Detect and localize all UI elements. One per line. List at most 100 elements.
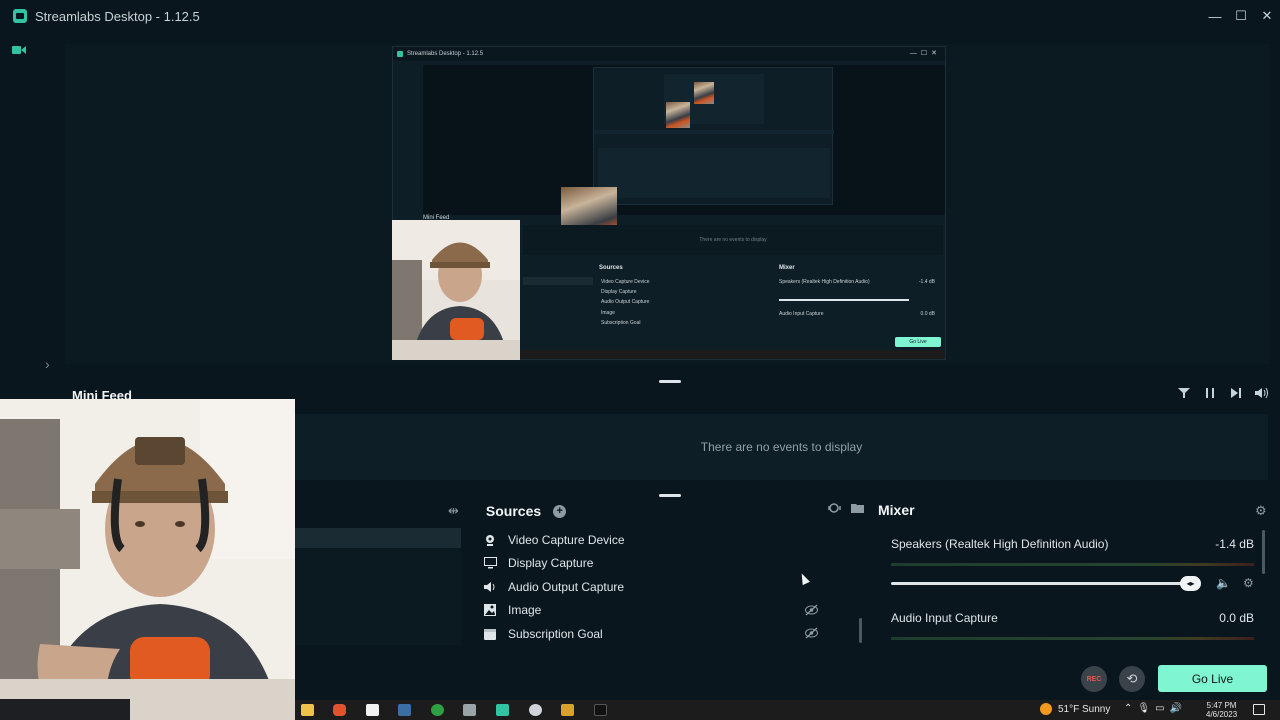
mixer-channel-audio-input: Audio Input Capture 0.0 dB xyxy=(891,611,1254,625)
notepad-icon[interactable] xyxy=(366,704,379,716)
resize-handle[interactable] xyxy=(659,494,681,497)
chevron-up-icon[interactable]: ⌃ xyxy=(1124,703,1132,714)
monitor-icon xyxy=(483,557,497,569)
resize-handle[interactable] xyxy=(659,380,681,383)
source-item-video-capture-device[interactable]: Video Capture Device xyxy=(476,528,862,552)
window-title: Streamlabs Desktop - 1.12.5 xyxy=(35,8,200,24)
nested-logo-icon xyxy=(397,51,403,57)
nested-mixer-row: Audio Input Capture 0.0 dB xyxy=(779,311,939,321)
weather-widget[interactable]: 51°F Sunny xyxy=(1040,703,1110,715)
mini-feed-panel: There are no events to display xyxy=(295,414,1268,480)
app-icon[interactable] xyxy=(431,704,444,716)
minimize-button[interactable]: — xyxy=(1202,0,1228,32)
webcam-overlay xyxy=(0,399,295,720)
side-nav xyxy=(0,32,38,367)
scene-item-selected[interactable] xyxy=(295,528,461,548)
studio-mode-icon[interactable] xyxy=(12,44,26,56)
record-button[interactable]: REC xyxy=(1081,666,1107,692)
goal-icon xyxy=(483,628,497,640)
mixer-channel-db: 0.0 dB xyxy=(1219,611,1254,625)
nested-sources-title: Sources xyxy=(599,265,623,271)
nested-source-item: Image xyxy=(601,309,615,316)
volume-meter xyxy=(891,563,1254,566)
visibility-off-icon[interactable] xyxy=(805,627,818,642)
replay-buffer-icon[interactable]: ⟲ xyxy=(1119,666,1145,692)
source-item-subscription-goal[interactable]: Subscription Goal xyxy=(476,622,862,646)
clock[interactable]: 5:47 PM 4/6/2023 xyxy=(1206,701,1237,719)
sun-icon xyxy=(1040,703,1052,715)
maximize-button[interactable]: ☐ xyxy=(1228,0,1254,32)
source-item-image[interactable]: Image xyxy=(476,599,862,623)
nested-cam-thumb xyxy=(666,102,690,128)
filter-icon[interactable] xyxy=(1176,386,1192,402)
nested-mixer-db: -1.4 dB xyxy=(918,279,935,285)
system-tray: ⌃ 🎙 ▭ 🔊 xyxy=(1124,703,1182,714)
weather-text: 51°F Sunny xyxy=(1058,703,1111,715)
pause-icon[interactable] xyxy=(1202,386,1218,402)
source-label: Audio Output Capture xyxy=(508,579,625,594)
network-icon[interactable]: ▭ xyxy=(1155,703,1164,714)
volume-icon[interactable] xyxy=(1254,386,1270,402)
skip-icon[interactable] xyxy=(1228,386,1244,402)
davinci-resolve-icon[interactable] xyxy=(398,704,411,716)
scenes-list xyxy=(295,528,461,645)
speaker-icon xyxy=(483,581,497,593)
mixer-channel-actions: 🔈 ⚙ xyxy=(1216,576,1254,590)
volume-slider-knob[interactable]: ◂▸ xyxy=(1180,576,1201,591)
source-label: Image xyxy=(508,603,542,618)
mixer-channel-speakers: Speakers (Realtek High Definition Audio)… xyxy=(891,537,1254,551)
app-icon[interactable] xyxy=(529,704,542,716)
mixer-scrollbar[interactable] xyxy=(1262,530,1265,574)
source-group-icon[interactable] xyxy=(828,502,841,517)
nested-sources-list: Video Capture Device Display Capture Aud… xyxy=(601,277,650,328)
add-source-icon[interactable]: + xyxy=(553,504,567,518)
close-button[interactable]: ✕ xyxy=(1254,0,1280,32)
nested-mixer-name: Speakers (Realtek High Definition Audio) xyxy=(779,279,870,285)
nested-source-item: Display Capture xyxy=(601,289,637,296)
streamlabs-logo-icon xyxy=(13,9,27,23)
mixer-title: Mixer xyxy=(878,502,915,518)
nested-title-bar: Streamlabs Desktop - 1.12.5 —☐✕ xyxy=(393,47,945,61)
nested-mixer-name: Audio Input Capture xyxy=(779,311,824,317)
visibility-off-icon[interactable] xyxy=(805,604,818,619)
streamlabs-taskbar-icon[interactable] xyxy=(496,704,509,716)
channel-settings-gear-icon[interactable]: ⚙ xyxy=(1243,576,1254,590)
sources-header: ⇹ Sources + xyxy=(448,500,868,522)
microphone-icon[interactable]: 🎙 xyxy=(1137,703,1150,714)
title-bar: Streamlabs Desktop - 1.12.5 — ☐ ✕ xyxy=(0,0,1280,32)
nested-source-item: Audio Output Capture xyxy=(601,299,650,306)
mixer-channel-name: Audio Input Capture xyxy=(891,611,998,625)
sources-scrollbar[interactable] xyxy=(859,618,862,643)
nested-source-item: Subscription Goal xyxy=(601,319,641,326)
notification-icon[interactable] xyxy=(1253,704,1265,715)
nested-title: Streamlabs Desktop - 1.12.5 xyxy=(407,51,484,57)
speaker-tray-icon[interactable]: 🔊 xyxy=(1170,703,1182,714)
nested-divider xyxy=(594,130,834,134)
mixer-channel-db: -1.4 dB xyxy=(1215,537,1254,551)
nested-mixer-row: Speakers (Realtek High Definition Audio)… xyxy=(779,279,939,289)
nested-mixer-db: 0.0 dB xyxy=(920,311,935,317)
source-label: Display Capture xyxy=(508,556,594,571)
app-icon[interactable] xyxy=(463,704,476,716)
app-icon[interactable] xyxy=(561,704,574,716)
mini-feed-tools xyxy=(1176,386,1270,402)
nested-feed: There are no events to display xyxy=(523,225,943,255)
brave-browser-icon[interactable] xyxy=(333,704,346,716)
add-folder-icon[interactable] xyxy=(851,502,864,517)
nested-window-controls: —☐✕ xyxy=(909,50,941,57)
mixer-channel-name: Speakers (Realtek High Definition Audio) xyxy=(891,537,1109,551)
mixer-settings-gear-icon[interactable]: ⚙ xyxy=(1255,503,1267,519)
go-live-button[interactable]: Go Live xyxy=(1158,665,1267,692)
collapse-icon[interactable]: ⇹ xyxy=(448,503,459,519)
app-icon[interactable] xyxy=(594,704,607,716)
nested-nested-preview xyxy=(593,67,834,205)
expand-nav-chevron-icon[interactable]: › xyxy=(45,356,50,372)
file-explorer-icon[interactable] xyxy=(301,704,314,716)
clock-time: 5:47 PM xyxy=(1206,701,1237,710)
mini-feed-empty-text: There are no events to display xyxy=(700,440,863,454)
nested-cam-thumb xyxy=(694,82,714,104)
volume-slider[interactable] xyxy=(891,582,1191,585)
mute-icon[interactable]: 🔈 xyxy=(1216,576,1231,590)
nested-source-item: Video Capture Device xyxy=(601,279,650,285)
preview-webcam-feed xyxy=(392,220,520,360)
